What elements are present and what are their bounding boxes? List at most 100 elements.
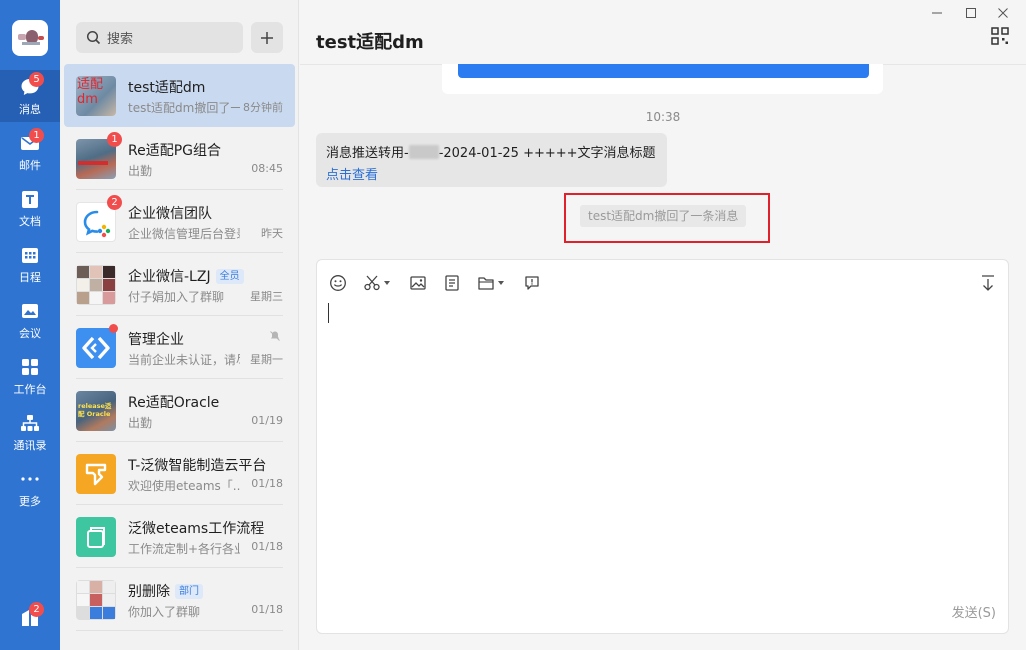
conversation-preview: 你加入了群聊 xyxy=(128,605,201,619)
document-icon xyxy=(19,188,41,210)
scissors-icon xyxy=(363,274,381,292)
message-composer[interactable]: 发送(S) xyxy=(316,259,1009,634)
user-avatar[interactable] xyxy=(12,20,48,56)
conversation-preview: 付子娟加入了群聊 xyxy=(128,290,225,304)
chevron-down-icon[interactable] xyxy=(498,281,504,285)
nav-docs-label: 文档 xyxy=(19,215,41,228)
notes-icon xyxy=(443,274,461,292)
arrow-down-icon xyxy=(980,274,996,292)
unread-badge: 2 xyxy=(29,602,44,617)
maximize-button[interactable] xyxy=(960,4,982,22)
nav-messages[interactable]: 消息 5 xyxy=(0,70,60,122)
close-button[interactable] xyxy=(992,4,1014,22)
chat-title: test适配dm xyxy=(316,32,424,53)
workflow-icon xyxy=(87,527,105,548)
nav-messages-label: 消息 xyxy=(19,103,41,116)
notes-button[interactable] xyxy=(443,272,461,294)
conversation-time: 星期一 xyxy=(250,353,283,366)
search-input[interactable]: 搜索 xyxy=(107,28,133,47)
search-icon xyxy=(86,30,101,45)
nav-calendar-label: 日程 xyxy=(19,271,41,284)
collapse-button[interactable] xyxy=(980,272,996,294)
nav-bottom-app[interactable]: 2 xyxy=(0,600,60,646)
unread-badge: 1 xyxy=(107,132,122,147)
image-button[interactable] xyxy=(409,272,427,294)
conversation-preview: 工作流定制+各行各业 xyxy=(128,542,240,556)
add-button[interactable] xyxy=(251,22,283,53)
group-tag: 全员 xyxy=(215,269,244,284)
manage-enterprise-icon xyxy=(82,336,110,360)
chevron-down-icon[interactable] xyxy=(384,281,390,285)
conversation-preview: 当前企业未认证，请尽快认证 xyxy=(128,353,240,367)
conversation-item[interactable]: release适配 Oracle Re适配Oracle 出勤 01/19 xyxy=(64,379,295,442)
department-tag: 部门 xyxy=(175,584,203,599)
conversation-item[interactable]: 管理企业 当前企业未认证，请尽快认证 星期一 xyxy=(64,316,295,379)
conversation-list-panel: 搜索 适配dm test适配dm test适配dm撤回了一条消息 8分钟前 1 … xyxy=(60,0,299,650)
nav-calendar[interactable]: 日程 xyxy=(0,238,60,290)
conversation-item[interactable]: 泛微eteams工作流程 工作流定制+各行各业 01/18 xyxy=(64,505,295,568)
calendar-icon xyxy=(19,244,41,266)
conversation-time: 8分钟前 xyxy=(243,101,283,114)
conversation-item[interactable]: 2 企业微信团队 企业微信管理后台登录提醒 昨天 xyxy=(64,190,295,253)
conversation-item[interactable]: 别删除 部门 你加入了群聊 01/18 xyxy=(64,568,295,631)
unread-badge: 1 xyxy=(29,128,44,143)
view-link[interactable]: 点击查看 xyxy=(326,164,378,183)
conversation-name: 泛微eteams工作流程 xyxy=(128,521,265,537)
history-icon xyxy=(523,274,541,292)
meeting-icon xyxy=(19,300,41,322)
workbench-icon xyxy=(19,356,41,378)
mute-bell-icon xyxy=(269,330,281,342)
conversation-item[interactable]: 企业微信-LZJ 全员 付子娟加入了群聊 星期三 xyxy=(64,253,295,316)
text-cursor xyxy=(328,303,329,323)
conversation-time: 01/18 xyxy=(251,540,283,553)
message-text: 消息推送转用- -2024-01-25 +++++文字消息标题 xyxy=(326,145,656,161)
nav-workbench[interactable]: 工作台 xyxy=(0,350,60,402)
file-button[interactable] xyxy=(477,272,504,294)
send-button[interactable]: 发送(S) xyxy=(952,602,996,621)
conversation-avatar: 适配dm xyxy=(76,76,116,116)
conversation-avatar: release适配 Oracle xyxy=(76,391,116,431)
message-timestamp: 10:38 xyxy=(645,110,681,124)
chat-history-button[interactable] xyxy=(523,272,541,294)
conversation-time: 01/19 xyxy=(251,414,283,427)
recall-notice: test适配dm撤回了一条消息 xyxy=(580,205,747,227)
card-button[interactable] xyxy=(458,64,869,78)
conversation-time: 昨天 xyxy=(261,227,283,240)
conversation-name: test适配dm xyxy=(128,80,206,96)
conversation-item[interactable]: 1 Re适配PG组合 出勤 08:45 xyxy=(64,127,295,190)
conversation-item[interactable]: T-泛微智能制造云平台 欢迎使用eteams「...」 01/18 xyxy=(64,442,295,505)
avatar-text: release适配 Oracle xyxy=(78,402,112,418)
more-icon xyxy=(19,468,41,490)
nav-more[interactable]: 更多 xyxy=(0,462,60,514)
minimize-button[interactable] xyxy=(926,4,948,22)
screenshot-button[interactable] xyxy=(363,272,390,294)
plus-icon xyxy=(260,31,274,45)
search-box[interactable]: 搜索 xyxy=(76,22,243,53)
nav-mail-label: 邮件 xyxy=(19,159,41,172)
emoji-button[interactable] xyxy=(329,272,347,294)
nav-more-label: 更多 xyxy=(19,495,41,508)
conversation-item[interactable]: 适配dm test适配dm test适配dm撤回了一条消息 8分钟前 xyxy=(64,64,295,127)
conversation-avatar xyxy=(76,328,116,368)
conversation-time: 01/18 xyxy=(251,477,283,490)
message-card[interactable] xyxy=(442,64,883,94)
conversation-time: 01/18 xyxy=(251,603,283,616)
chat-panel: test适配dm 10:38 消息推送转用- -2024-01-25 +++++文… xyxy=(300,0,1026,650)
conversation-avatar xyxy=(76,454,116,494)
conversation-preview: 出勤 xyxy=(128,416,153,430)
conversation-preview: 企业微信管理后台登录提醒 xyxy=(128,227,240,241)
nav-mail[interactable]: 邮件 1 xyxy=(0,126,60,178)
group-avatar xyxy=(76,580,116,620)
folder-icon xyxy=(477,274,495,292)
nav-meeting-label: 会议 xyxy=(19,327,41,340)
message-bubble: 消息推送转用- -2024-01-25 +++++文字消息标题 点击查看 xyxy=(316,133,667,187)
left-nav-rail: 消息 5 邮件 1 文档 日程 会议 工作台 通讯录 更多 2 xyxy=(0,0,60,650)
conversation-name: T-泛微智能制造云平台 xyxy=(128,458,267,474)
nav-meeting[interactable]: 会议 xyxy=(0,294,60,346)
nav-docs[interactable]: 文档 xyxy=(0,182,60,234)
nav-contacts-label: 通讯录 xyxy=(13,439,47,452)
chat-info-button[interactable] xyxy=(990,26,1010,46)
nav-contacts[interactable]: 通讯录 xyxy=(0,406,60,458)
conversation-avatar xyxy=(76,517,116,557)
conversation-preview: test适配dm撤回了一条消息 xyxy=(128,101,240,115)
